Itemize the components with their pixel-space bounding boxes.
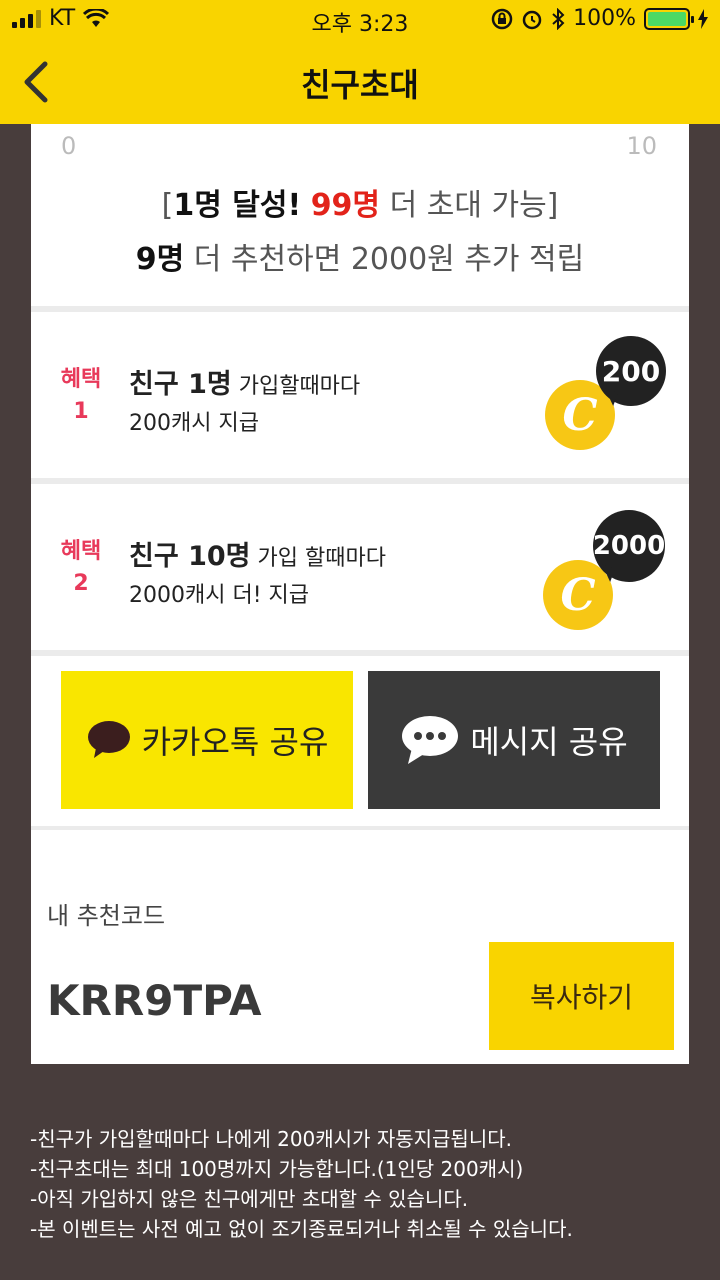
kakaotalk-share-label: 카카오톡 공유 <box>141 723 329 761</box>
orientation-lock-icon <box>491 8 513 29</box>
progress-section: 0 10 [1명 달성! 99명 더 초대 가능] 9명 더 추천하면 2000… <box>31 124 689 306</box>
battery-icon <box>644 7 694 30</box>
message-share-label: 메시지 공유 <box>470 723 628 761</box>
message-share-button[interactable]: 메시지 공유 <box>368 671 660 809</box>
achieved-count: 1명 달성! <box>173 188 302 223</box>
share-section: 카카오톡 공유 메시지 공유 <box>31 656 689 826</box>
bluetooth-icon <box>552 7 565 30</box>
status-right: 100% <box>491 6 708 31</box>
nav-bar: 친구초대 <box>0 40 720 124</box>
referral-code-section: 내 추천코드 KRR9TPA 복사하기 <box>31 830 689 1064</box>
battery-percent: 100% <box>573 6 636 31</box>
progress-min-label: 0 <box>61 132 77 160</box>
benefit-description: 친구 1명 가입할때마다 200캐시 지급 <box>129 369 361 436</box>
notice-item: -친구가 가입할때마다 나에게 200캐시가 자동지급됩니다. <box>30 1127 512 1151</box>
referral-code-value: KRR9TPA <box>47 976 262 1025</box>
notice-item: -아직 가입하지 않은 친구에게만 초대할 수 있습니다. <box>30 1187 469 1211</box>
kakao-bubble-icon <box>87 721 130 758</box>
charging-icon <box>698 8 708 29</box>
benefit-description: 친구 10명 가입 할때마다 2000캐시 더! 지급 <box>129 541 386 608</box>
remaining-count: 99명 <box>310 188 381 223</box>
referral-code-label: 내 추천코드 <box>47 902 166 930</box>
achievement-text: [1명 달성! 99명 더 초대 가능] <box>161 188 559 223</box>
notice-item: -친구초대는 최대 100명까지 가능합니다.(1인당 200캐시) <box>30 1157 524 1181</box>
message-bubble-icon <box>402 716 459 764</box>
progress-max-label: 10 <box>626 132 657 160</box>
reward-bubble-200: 200 <box>596 336 666 406</box>
benefit-label: 혜택 1 <box>60 367 102 424</box>
bonus-count: 9명 <box>135 242 185 277</box>
notice-item: -본 이벤트는 사전 예고 없이 조기종료되거나 취소될 수 있습니다. <box>30 1217 573 1241</box>
reward-bubble-2000: 2000 <box>593 510 665 582</box>
benefit-item-1: 혜택 1 친구 1명 가입할때마다 200캐시 지급 C 200 <box>31 312 689 478</box>
alarm-icon <box>522 10 542 29</box>
page-title: 친구초대 <box>301 66 419 104</box>
bonus-text: 9명 더 추천하면 2000원 추가 적립 <box>135 242 585 277</box>
copy-button[interactable]: 복사하기 <box>489 942 674 1050</box>
kakaotalk-share-button[interactable]: 카카오톡 공유 <box>61 671 353 809</box>
notice-list: -친구가 가입할때마다 나에게 200캐시가 자동지급됩니다. -친구초대는 최… <box>30 1124 700 1244</box>
benefit-item-2: 혜택 2 친구 10명 가입 할때마다 2000캐시 더! 지급 C 2000 <box>31 484 689 650</box>
invite-card: 0 10 [1명 달성! 99명 더 초대 가능] 9명 더 추천하면 2000… <box>31 124 689 1064</box>
status-bar: KT 오후 3:23 100% <box>0 0 720 40</box>
benefit-label: 혜택 2 <box>60 539 102 596</box>
